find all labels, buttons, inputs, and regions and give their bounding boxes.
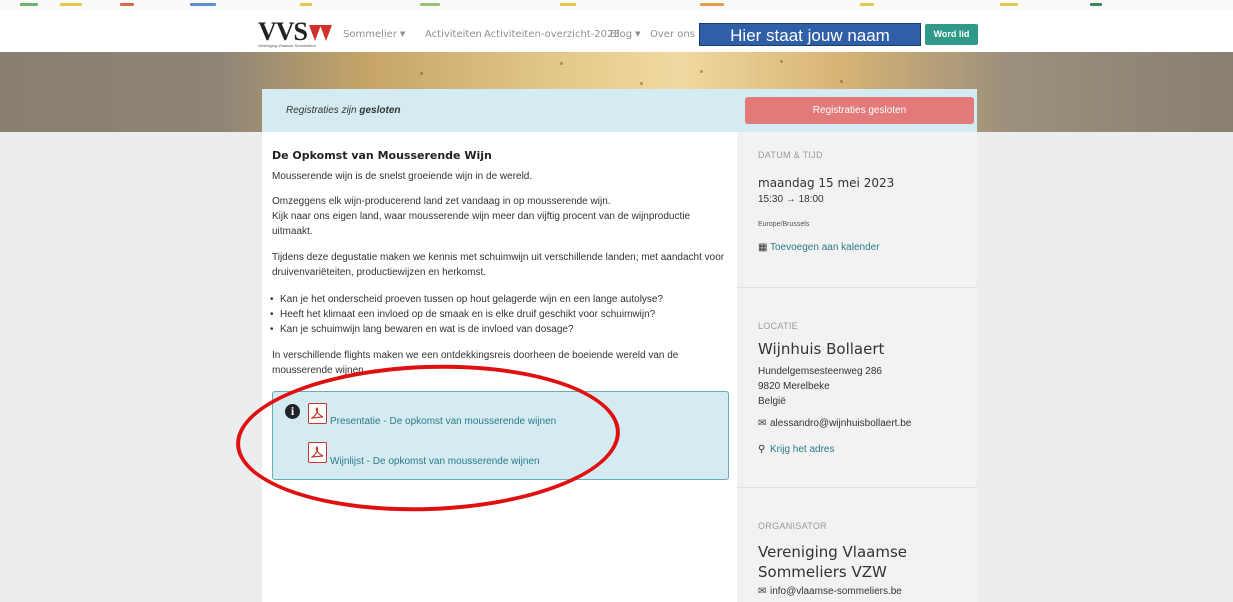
paragraph: Kijk naar ons eigen land, waar mousseren… [272, 211, 691, 237]
nav-item-sommelier[interactable]: Sommelier ▼ [343, 29, 405, 40]
paragraph: Tijdens deze degustatie maken we kennis … [272, 252, 725, 278]
directions-link[interactable]: ⚲ Krijg het adres [758, 444, 834, 455]
attachment-link-presentatie[interactable]: Presentatie - De opkomst van mousserende… [330, 416, 556, 427]
address-line: België [758, 396, 786, 407]
event-timezone: Europe/Brussels [758, 221, 810, 228]
join-button[interactable]: Word lid [925, 24, 978, 45]
add-to-calendar-link[interactable]: ▦ Toevoegen aan kalender [758, 242, 880, 253]
divider [737, 487, 977, 488]
nav-item-activiteiten-overzicht[interactable]: Activiteiten-overzicht-2023 [484, 29, 620, 40]
paragraph: Mousserende wijn is de snelst groeiende … [272, 171, 533, 182]
logo-glass-icon [320, 25, 333, 41]
organizer-email[interactable]: ✉ info@vlaamse-sommeliers.be [758, 586, 902, 597]
organizer-label: ORGANISATOR [758, 521, 827, 531]
divider [737, 287, 977, 288]
datetime-label: DATUM & TIJD [758, 150, 823, 160]
paragraph: Omzeggens elk wijn-producerend land zet … [272, 196, 611, 207]
registration-status: Registraties zijn gesloten [286, 105, 401, 116]
map-marker-icon: ⚲ [758, 444, 766, 455]
site-logo[interactable]: VVS Vereniging Vlaamse Sommeliers [258, 17, 333, 48]
registrations-closed-button[interactable]: Registraties gesloten [745, 97, 974, 124]
user-name-box[interactable]: Hier staat jouw naam [699, 23, 921, 46]
attachment-link-wijnlijst[interactable]: Wijnlijst - De opkomst van mousserende w… [330, 456, 540, 467]
registration-bar: Registraties zijn gesloten Registraties … [262, 89, 977, 132]
event-description: De Opkomst van Mousserende Wijn Moussere… [262, 132, 737, 602]
list-item: Kan je schuimwijn lang bewaren en wat is… [270, 323, 573, 337]
location-email[interactable]: ✉ alessandro@wijnhuisbollaert.be [758, 418, 911, 429]
info-icon: i [285, 404, 300, 419]
logo-text: VVS [258, 17, 308, 46]
nav-item-blog[interactable]: Blog ▼ [610, 29, 641, 40]
pdf-icon[interactable] [308, 442, 327, 463]
navbar: VVS Vereniging Vlaamse Sommeliers Sommel… [0, 10, 1233, 52]
list-item: Heeft het klimaat een invloed op de smaa… [270, 308, 655, 322]
envelope-icon: ✉ [758, 586, 767, 597]
envelope-icon: ✉ [758, 418, 767, 429]
location-label: LOCATIE [758, 321, 798, 331]
location-name: Wijnhuis Bollaert [758, 340, 885, 358]
paragraph: In verschillende flights maken we een on… [272, 350, 679, 376]
logo-subtitle: Vereniging Vlaamse Sommeliers [258, 43, 316, 48]
event-date: maandag 15 mei 2023 [758, 176, 895, 190]
address-line: Hundelgemsesteenweg 286 [758, 366, 882, 377]
event-sidebar: DATUM & TIJD maandag 15 mei 2023 15:30 →… [737, 132, 977, 602]
event-title: De Opkomst van Mousserende Wijn [272, 149, 492, 162]
address-line: 9820 Merelbeke [758, 381, 830, 392]
event-time: 15:30 → 18:00 [758, 194, 824, 205]
caret-down-icon: ▼ [635, 30, 641, 38]
calendar-icon: ▦ [758, 242, 768, 253]
caret-down-icon: ▼ [399, 30, 406, 38]
pdf-icon[interactable] [308, 403, 327, 424]
organizer-name: Vereniging Vlaamse Sommeliers VZW [758, 543, 908, 581]
nav-item-over-ons[interactable]: Over ons [650, 29, 695, 40]
attachments-box: i Presentatie - De opkomst van mousseren… [272, 391, 729, 480]
list-item: Kan je het onderscheid proeven tussen op… [270, 293, 663, 307]
nav-item-activiteiten[interactable]: Activiteiten [425, 29, 482, 40]
browser-bookmark-strip [0, 0, 1233, 10]
